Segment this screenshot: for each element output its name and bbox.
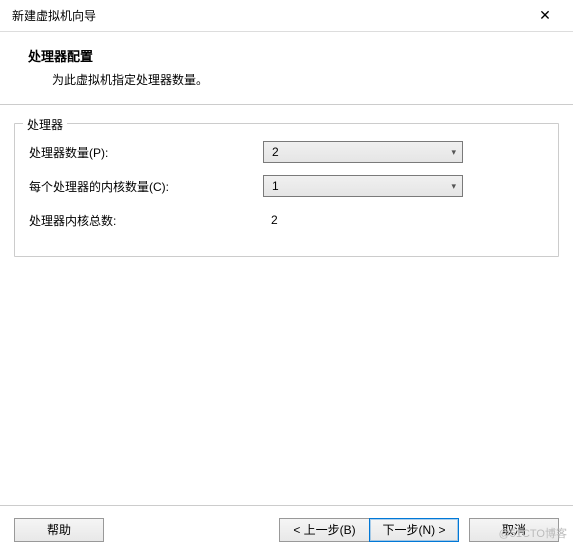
chevron-down-icon: ▾ [451,147,456,158]
cancel-button[interactable]: 取消 [469,518,559,542]
processor-count-select[interactable]: 2 ▾ [263,141,463,163]
processor-fieldset: 处理器 处理器数量(P): 2 ▾ 每个处理器的内核数量(C): 1 ▾ 处理器… [14,123,559,257]
fieldset-legend: 处理器 [23,116,67,133]
back-button[interactable]: < 上一步(B) [279,518,369,542]
chevron-down-icon: ▾ [451,181,456,192]
page-subtitle: 为此虚拟机指定处理器数量。 [28,71,573,88]
close-button[interactable]: ✕ [525,2,565,30]
processor-count-value: 2 [272,145,279,159]
cores-per-select[interactable]: 1 ▾ [263,175,463,197]
nav-button-group: < 上一步(B) 下一步(N) > [279,518,459,542]
window-title: 新建虚拟机向导 [12,7,96,24]
titlebar: 新建虚拟机向导 ✕ [0,0,573,32]
page-title: 处理器配置 [28,46,573,65]
wizard-footer: 帮助 < 上一步(B) 下一步(N) > 取消 [0,505,573,553]
cores-per-value: 1 [272,179,279,193]
total-cores-row: 处理器内核总数: 2 [29,208,544,232]
processor-count-label: 处理器数量(P): [29,144,263,161]
total-cores-label: 处理器内核总数: [29,212,263,229]
total-cores-value: 2 [263,213,278,227]
close-icon: ✕ [539,7,551,24]
cores-per-label: 每个处理器的内核数量(C): [29,178,263,195]
content-area: 处理器 处理器数量(P): 2 ▾ 每个处理器的内核数量(C): 1 ▾ 处理器… [0,105,573,257]
next-button[interactable]: 下一步(N) > [369,518,459,542]
help-button[interactable]: 帮助 [14,518,104,542]
wizard-header: 处理器配置 为此虚拟机指定处理器数量。 [0,32,573,105]
cores-per-row: 每个处理器的内核数量(C): 1 ▾ [29,174,544,198]
processor-count-row: 处理器数量(P): 2 ▾ [29,140,544,164]
